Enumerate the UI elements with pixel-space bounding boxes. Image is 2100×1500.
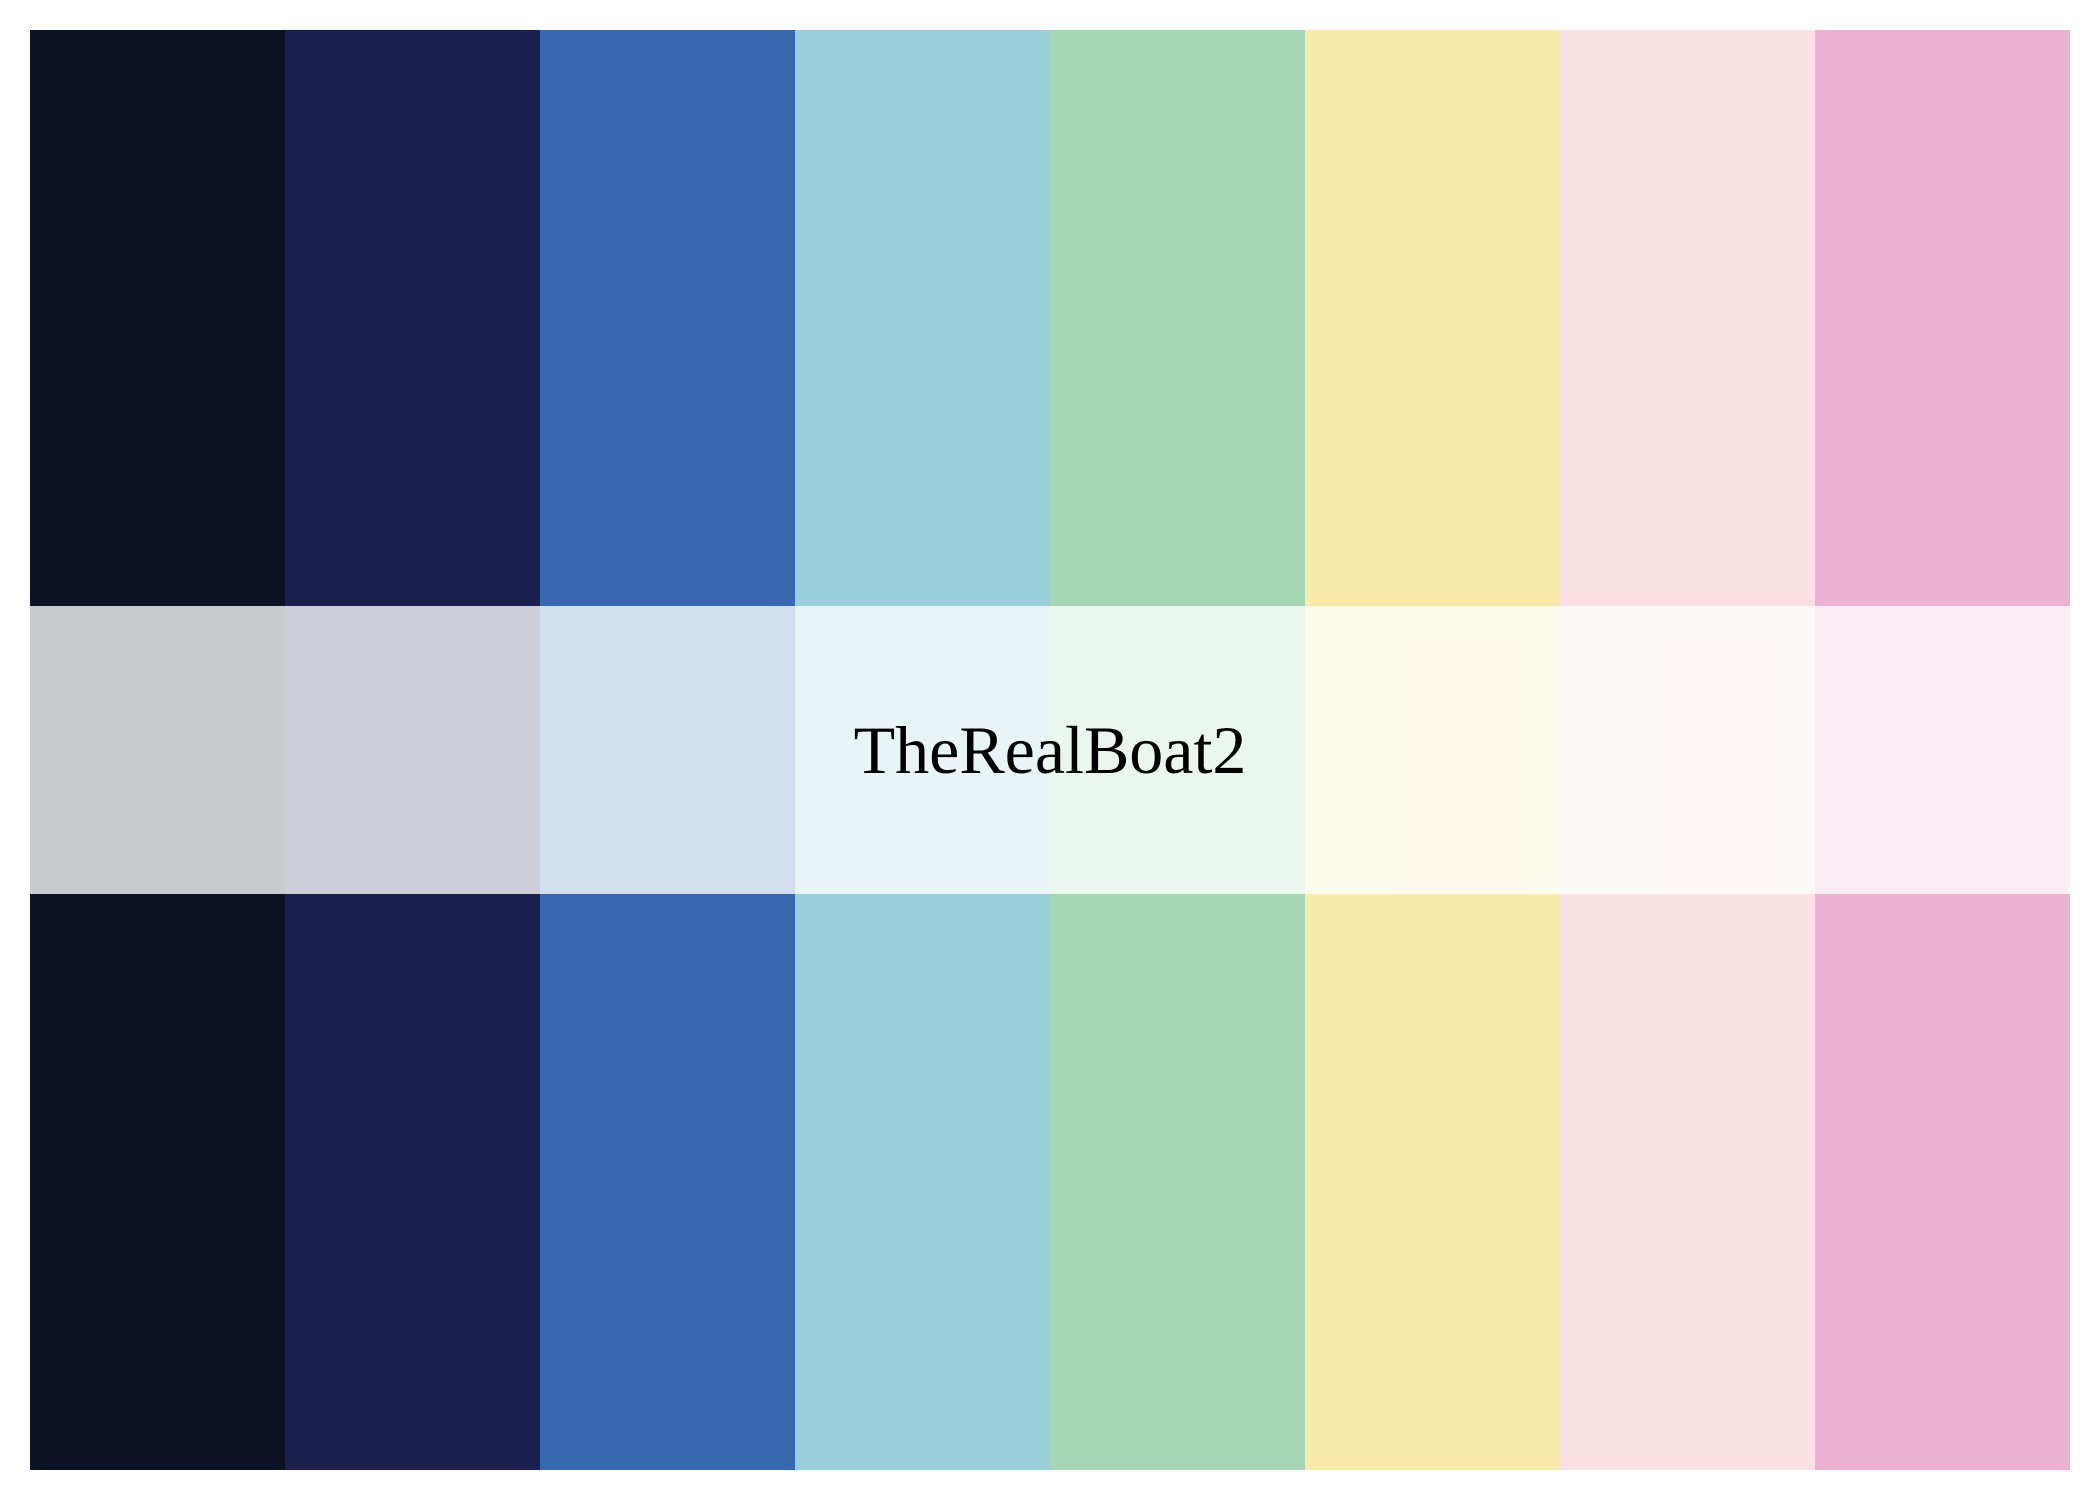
label-band: TheRealBoat2 bbox=[30, 606, 2070, 894]
palette-label: TheRealBoat2 bbox=[853, 712, 1247, 788]
